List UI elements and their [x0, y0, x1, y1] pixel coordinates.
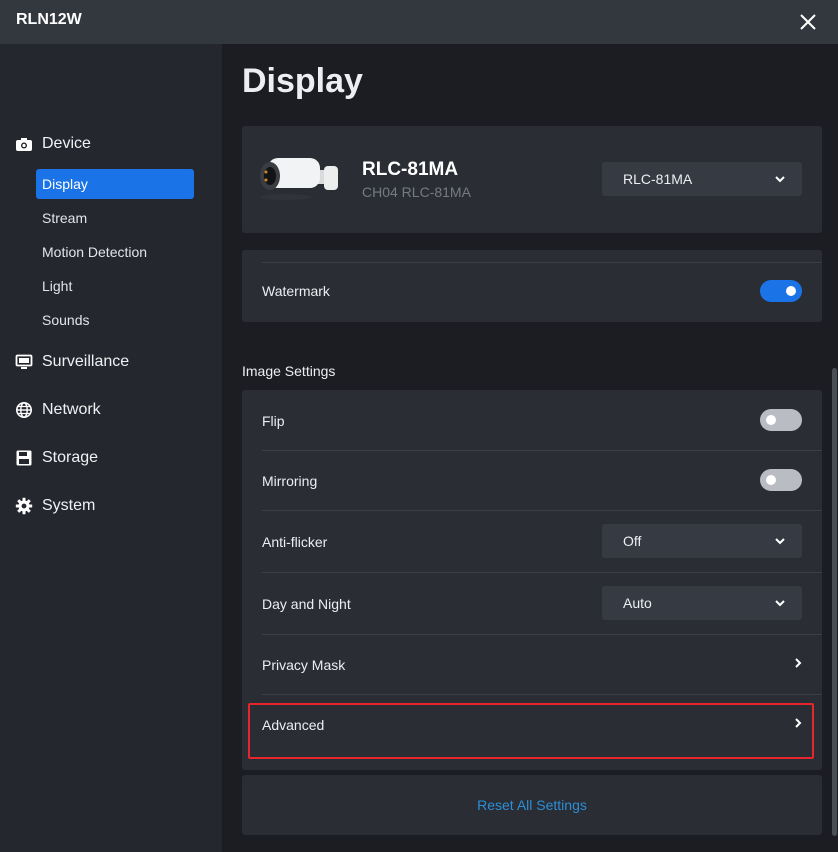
nav-system-label: System: [42, 497, 96, 514]
toggle-knob: [766, 475, 776, 485]
gear-icon: [14, 496, 34, 516]
day-night-value: Auto: [623, 595, 652, 611]
nav-device[interactable]: Device: [14, 131, 91, 157]
day-night-label: Day and Night: [262, 596, 351, 612]
sidebar-item-display[interactable]: Display: [36, 169, 194, 199]
chevron-down-icon: [774, 173, 786, 185]
camera-subtitle: CH04 RLC-81MA: [362, 184, 471, 200]
sidebar-item-light[interactable]: Light: [36, 271, 194, 301]
main-panel: Display RLC-81MA CH04 RLC-81MA RLC-81MA …: [222, 44, 838, 852]
divider: [262, 510, 822, 511]
device-card: RLC-81MA CH04 RLC-81MA RLC-81MA: [242, 126, 822, 233]
flip-label: Flip: [262, 413, 285, 429]
nav-network-label: Network: [42, 401, 101, 418]
close-button[interactable]: [794, 8, 822, 36]
divider: [262, 694, 822, 695]
camera-select-value: RLC-81MA: [623, 171, 693, 187]
divider: [262, 262, 822, 263]
image-settings-card: Flip Mirroring Anti-flicker Off Day and …: [242, 390, 822, 770]
nav-storage-label: Storage: [42, 449, 99, 466]
toggle-knob: [786, 286, 796, 296]
camera-name: RLC-81MA: [362, 159, 459, 180]
storage-icon: [14, 448, 34, 468]
anti-flicker-value: Off: [623, 533, 642, 549]
camera-select[interactable]: RLC-81MA: [602, 162, 802, 196]
toggle-knob: [766, 415, 776, 425]
nav-surveillance[interactable]: Surveillance: [14, 349, 129, 375]
nav-surveillance-label: Surveillance: [42, 353, 130, 370]
divider: [262, 634, 822, 635]
sidebar-item-motion-detection[interactable]: Motion Detection: [36, 237, 194, 267]
page-title: Display: [242, 62, 363, 100]
reset-all-settings-button[interactable]: Reset All Settings: [242, 797, 822, 813]
reset-card: Reset All Settings: [242, 775, 822, 835]
camera-image: [260, 158, 338, 200]
chevron-right-icon[interactable]: [792, 717, 804, 729]
anti-flicker-select[interactable]: Off: [602, 524, 802, 558]
privacy-mask-label[interactable]: Privacy Mask: [262, 657, 345, 673]
sidebar-item-stream[interactable]: Stream: [36, 203, 194, 233]
watermark-label: Watermark: [262, 283, 330, 299]
mirroring-toggle[interactable]: [760, 469, 802, 491]
globe-icon: [14, 400, 34, 420]
title-bar: RLN12W: [0, 0, 838, 44]
divider: [262, 572, 822, 573]
chevron-down-icon: [774, 535, 786, 547]
monitor-icon: [14, 352, 34, 372]
nav-device-label: Device: [42, 135, 91, 152]
mirroring-label: Mirroring: [262, 473, 318, 489]
watermark-card: Watermark: [242, 250, 822, 322]
nav-network[interactable]: Network: [14, 397, 101, 423]
app-title: RLN12W: [16, 11, 82, 28]
advanced-label[interactable]: Advanced: [262, 717, 324, 733]
nav-storage[interactable]: Storage: [14, 445, 98, 471]
chevron-down-icon: [774, 597, 786, 609]
image-settings-title: Image Settings: [242, 363, 336, 379]
anti-flicker-label: Anti-flicker: [262, 534, 328, 550]
day-night-select[interactable]: Auto: [602, 586, 802, 620]
watermark-toggle[interactable]: [760, 280, 802, 302]
scrollbar[interactable]: [832, 368, 837, 836]
camera-icon: [14, 134, 34, 154]
flip-toggle[interactable]: [760, 409, 802, 431]
sidebar-item-sounds[interactable]: Sounds: [36, 305, 194, 335]
divider: [262, 450, 822, 451]
chevron-right-icon[interactable]: [792, 657, 804, 669]
nav-system[interactable]: System: [14, 493, 95, 519]
sidebar: Device Display Stream Motion Detection L…: [0, 44, 222, 852]
close-icon: [800, 14, 816, 30]
